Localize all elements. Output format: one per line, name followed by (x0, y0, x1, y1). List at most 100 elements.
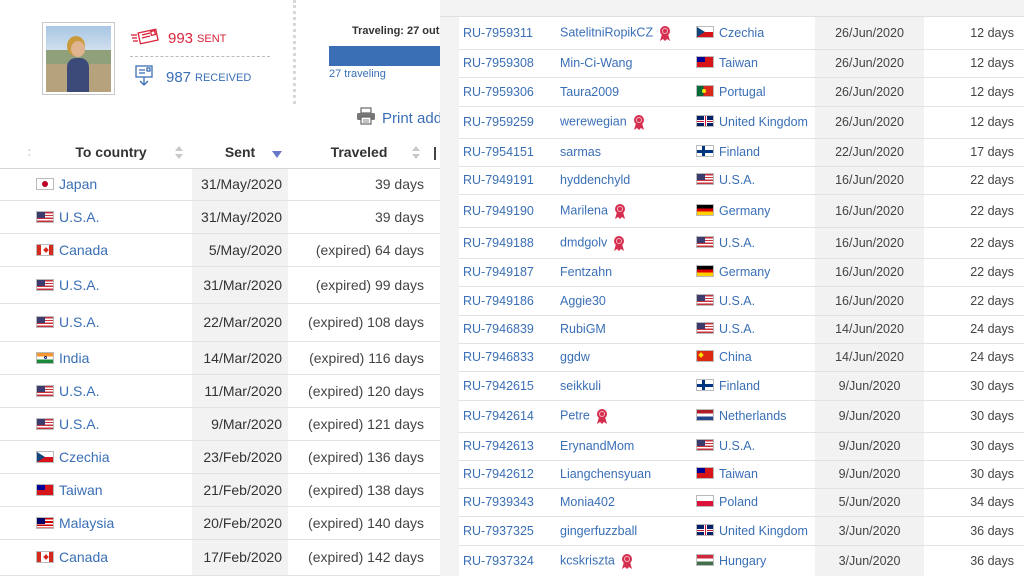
user-cell[interactable]: seikkuli (556, 371, 692, 401)
country-link[interactable]: U.S.A. (59, 383, 99, 399)
postcard-id-link[interactable]: RU-7959259 (463, 115, 534, 129)
country-link[interactable]: Portugal (719, 85, 766, 99)
username-link[interactable]: ggdw (560, 350, 590, 364)
country-cell[interactable]: Finland (692, 138, 815, 167)
country-cell[interactable]: Poland (692, 488, 815, 517)
postcard-id-link[interactable]: RU-7949186 (463, 294, 534, 308)
username-link[interactable]: seikkuli (560, 379, 601, 393)
country-link[interactable]: Canada (59, 549, 108, 565)
user-cell[interactable]: Taura2009 (556, 77, 692, 107)
country-link[interactable]: Netherlands (719, 409, 786, 423)
user-cell[interactable]: sarmas (556, 138, 692, 167)
country-link[interactable]: Finland (719, 145, 760, 159)
user-cell[interactable]: SatelitniRopikCZ (556, 17, 692, 50)
postcard-id-link[interactable]: RU-7942613 (463, 439, 534, 453)
country-cell[interactable]: U.S.A. (692, 286, 815, 316)
country-link[interactable]: Germany (719, 204, 770, 218)
traveling-count[interactable]: 27 traveling (329, 68, 386, 80)
sort-column-header[interactable] (0, 137, 36, 169)
country-link[interactable]: U.S.A. (59, 209, 99, 225)
country-link[interactable]: Finland (719, 379, 760, 393)
country-link[interactable]: Czechia (719, 26, 764, 40)
user-cell[interactable]: Monia402 (556, 488, 692, 517)
print-addresses-link[interactable]: Print add (356, 106, 440, 128)
user-cell[interactable]: werewegian (556, 106, 692, 139)
country-link[interactable]: United Kingdom (719, 115, 808, 129)
country-cell[interactable]: Czechia (692, 17, 815, 50)
postcard-id-link[interactable]: RU-7959306 (463, 85, 534, 99)
user-cell[interactable]: Liangchensyuan (556, 460, 692, 489)
country-cell[interactable]: Taiwan (692, 460, 815, 489)
postcard-id-link[interactable]: RU-7939343 (463, 495, 534, 509)
country-cell[interactable]: United Kingdom (692, 106, 815, 139)
received-stat[interactable]: 987 RECEIVED (130, 64, 251, 91)
country-cell[interactable]: Germany (692, 194, 815, 228)
user-cell[interactable]: ErynandMom (556, 432, 692, 461)
postcard-id-link[interactable]: RU-7946839 (463, 322, 534, 336)
country-cell[interactable]: Hungary (692, 545, 815, 576)
username-link[interactable]: RubiGM (560, 322, 606, 336)
country-cell[interactable]: Portugal (692, 77, 815, 107)
user-cell[interactable]: RubiGM (556, 315, 692, 344)
country-cell[interactable]: U.S.A. (692, 432, 815, 461)
postcard-id-link[interactable]: RU-7942615 (463, 379, 534, 393)
country-cell[interactable]: China (692, 343, 815, 372)
username-link[interactable]: gingerfuzzball (560, 524, 637, 538)
sent-stat[interactable]: 993 SENT (130, 26, 226, 51)
postcard-id-link[interactable]: RU-7942612 (463, 467, 534, 481)
username-link[interactable]: Fentzahn (560, 265, 612, 279)
country-link[interactable]: Taiwan (59, 482, 103, 498)
country-link[interactable]: U.S.A. (719, 173, 755, 187)
postcard-id-link[interactable]: RU-7937325 (463, 524, 534, 538)
avatar[interactable] (42, 22, 115, 95)
header-more[interactable] (430, 137, 440, 169)
country-link[interactable]: U.S.A. (719, 294, 755, 308)
postcard-id-link[interactable]: RU-7949188 (463, 236, 534, 250)
country-cell[interactable]: Netherlands (692, 400, 815, 433)
country-link[interactable]: Hungary (719, 554, 766, 568)
username-link[interactable]: Monia402 (560, 495, 615, 509)
country-cell[interactable]: Taiwan (692, 49, 815, 78)
postcard-id-link[interactable]: RU-7949187 (463, 265, 534, 279)
username-link[interactable]: SatelitniRopikCZ (560, 25, 653, 39)
username-link[interactable]: Min-Ci-Wang (560, 56, 632, 70)
username-link[interactable]: Petre (560, 408, 590, 422)
country-cell[interactable]: United Kingdom (692, 516, 815, 546)
user-cell[interactable]: Petre (556, 400, 692, 433)
country-link[interactable]: Taiwan (719, 467, 758, 481)
username-link[interactable]: werewegian (560, 114, 627, 128)
country-cell[interactable]: U.S.A. (692, 315, 815, 344)
header-traveled[interactable]: Traveled (288, 137, 430, 169)
username-link[interactable]: dmdgolv (560, 235, 607, 249)
country-link[interactable]: China (719, 350, 752, 364)
postcard-id-link[interactable]: RU-7959308 (463, 56, 534, 70)
country-link[interactable]: Poland (719, 495, 758, 509)
postcard-id-link[interactable]: RU-7937324 (463, 554, 534, 568)
country-cell[interactable]: Finland (692, 371, 815, 401)
country-cell[interactable]: U.S.A. (692, 227, 815, 259)
user-cell[interactable]: dmdgolv (556, 227, 692, 259)
username-link[interactable]: Liangchensyuan (560, 467, 651, 481)
user-cell[interactable]: Fentzahn (556, 258, 692, 287)
country-link[interactable]: U.S.A. (59, 416, 99, 432)
username-link[interactable]: sarmas (560, 145, 601, 159)
username-link[interactable]: ErynandMom (560, 439, 634, 453)
postcard-id-link[interactable]: RU-7959311 (463, 26, 533, 40)
username-link[interactable]: Aggie30 (560, 294, 606, 308)
user-cell[interactable]: Min-Ci-Wang (556, 49, 692, 78)
country-link[interactable]: Czechia (59, 449, 110, 465)
postcard-id-link[interactable]: RU-7946833 (463, 350, 534, 364)
country-link[interactable]: U.S.A. (719, 236, 755, 250)
country-link[interactable]: Canada (59, 242, 108, 258)
country-cell[interactable]: U.S.A. (692, 166, 815, 195)
user-cell[interactable]: Aggie30 (556, 286, 692, 316)
user-cell[interactable]: Marilena (556, 194, 692, 228)
country-cell[interactable]: Germany (692, 258, 815, 287)
header-to-country[interactable]: To country (30, 137, 192, 169)
header-sent[interactable]: Sent (192, 137, 288, 169)
country-link[interactable]: United Kingdom (719, 524, 808, 538)
country-link[interactable]: U.S.A. (59, 277, 99, 293)
country-link[interactable]: Germany (719, 265, 770, 279)
country-link[interactable]: Japan (59, 176, 97, 192)
postcard-id-link[interactable]: RU-7949190 (463, 204, 534, 218)
